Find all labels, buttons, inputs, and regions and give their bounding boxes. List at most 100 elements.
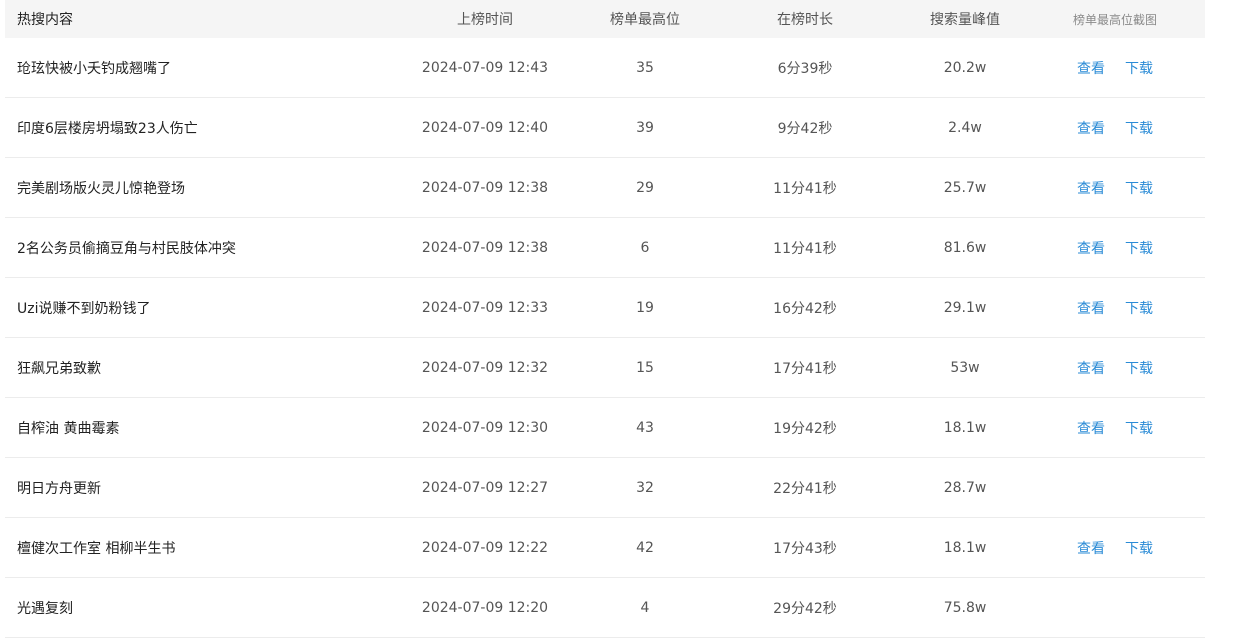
on-list-duration: 29分42秒 [773, 600, 837, 617]
table-row: 玱玹快被小夭钓成翘嘴了 2024-07-09 12:43 35 6分39秒 20.2w 查… [5, 38, 1205, 98]
download-link[interactable]: 下载 [1125, 358, 1153, 378]
screenshot-cell: 查看 下载 [1025, 358, 1205, 378]
header-peak: 搜索量峰值 [930, 12, 1000, 28]
search-peak: 18.1w [943, 419, 987, 436]
listed-time: 2024-07-09 12:30 [421, 419, 549, 436]
view-link[interactable]: 查看 [1077, 538, 1105, 558]
view-link[interactable]: 查看 [1077, 178, 1105, 198]
view-link[interactable]: 查看 [1077, 418, 1105, 438]
screenshot-cell: 查看 下载 [1025, 178, 1205, 198]
table-row: 光遇复刻 2024-07-09 12:20 4 29分42秒 75.8w [5, 578, 1205, 638]
listed-time: 2024-07-09 12:33 [421, 299, 549, 316]
on-list-duration: 9分42秒 [777, 120, 833, 137]
view-link[interactable]: 查看 [1077, 298, 1105, 318]
download-link[interactable]: 下载 [1125, 118, 1153, 138]
screenshot-cell: 查看 下载 [1025, 298, 1205, 318]
view-link[interactable]: 查看 [1077, 58, 1105, 78]
on-list-duration: 17分43秒 [773, 540, 837, 557]
on-list-duration: 6分39秒 [777, 60, 833, 77]
search-peak: 2.4w [948, 119, 982, 136]
highest-rank: 42 [636, 539, 654, 556]
on-list-duration: 16分42秒 [773, 300, 837, 317]
listed-time: 2024-07-09 12:32 [421, 359, 549, 376]
screenshot-cell: 查看 下载 [1025, 58, 1205, 78]
hot-search-title: 2名公务员偷摘豆角与村民肢体冲突 [17, 240, 236, 257]
search-peak: 53w [950, 359, 980, 376]
hot-search-table: 热搜内容 上榜时间 榜单最高位 在榜时长 搜索量峰值 榜单最高位截图 玱玹快被小… [5, 0, 1205, 638]
screenshot-links: 查看 下载 [1025, 238, 1205, 258]
download-link[interactable]: 下载 [1125, 58, 1153, 78]
table-row: 自榨油 黄曲霉素 2024-07-09 12:30 43 19分42秒 18.1w 查看下… [5, 398, 1205, 458]
view-link[interactable]: 查看 [1077, 358, 1105, 378]
header-duration: 在榜时长 [777, 12, 833, 28]
highest-rank: 32 [636, 479, 654, 496]
search-peak: 29.1w [943, 299, 987, 316]
download-link[interactable]: 下载 [1125, 238, 1153, 258]
hot-search-title: 光遇复刻 [17, 600, 73, 617]
header-rank: 榜单最高位 [610, 12, 680, 28]
on-list-duration: 22分41秒 [773, 480, 837, 497]
screenshot-cell: 查看 下载 [1025, 538, 1205, 558]
download-link[interactable]: 下载 [1125, 418, 1153, 438]
hot-search-title: 印度6层楼房坍塌致23人伤亡 [17, 120, 198, 137]
highest-rank: 6 [640, 239, 650, 256]
view-link[interactable]: 查看 [1077, 118, 1105, 138]
hot-search-title: 自榨油 黄曲霉素 [17, 420, 120, 437]
search-peak: 18.1w [943, 539, 987, 556]
table-row: 狂飙兄弟致歉 2024-07-09 12:32 15 17分41秒 53w 查看 下载 [5, 338, 1205, 398]
on-list-duration: 19分42秒 [773, 420, 837, 437]
table-row: 2名公务员偷摘豆角与村民肢体冲突 2024-07-09 12:38 6 11分41秒 8… [5, 218, 1205, 278]
on-list-duration: 11分41秒 [773, 240, 837, 257]
hot-search-title: Uzi说赚不到奶粉钱了 [17, 300, 151, 317]
highest-rank: 15 [636, 359, 654, 376]
hot-search-title: 玱玹快被小夭钓成翘嘴了 [17, 60, 171, 77]
search-peak: 25.7w [943, 179, 987, 196]
search-peak: 28.7w [943, 479, 987, 496]
highest-rank: 39 [636, 119, 654, 136]
hot-search-title: 狂飙兄弟致歉 [17, 360, 101, 377]
highest-rank: 4 [640, 599, 650, 616]
table-row: 印度6层楼房坍塌致23人伤亡 2024-07-09 12:40 39 9分42秒 2.4… [5, 98, 1205, 158]
highest-rank: 35 [636, 59, 654, 76]
listed-time: 2024-07-09 12:20 [421, 599, 549, 616]
listed-time: 2024-07-09 12:38 [421, 179, 549, 196]
screenshot-links: 查看 下载 [1025, 178, 1205, 198]
header-screenshot: 榜单最高位截图 [1072, 12, 1157, 27]
listed-time: 2024-07-09 12:38 [421, 239, 549, 256]
screenshot-cell: 查看 下载 [1025, 238, 1205, 258]
screenshot-links: 查看 下载 [1025, 358, 1205, 378]
table-body: 玱玹快被小夭钓成翘嘴了 2024-07-09 12:43 35 6分39秒 20.2w 查… [5, 38, 1205, 638]
listed-time: 2024-07-09 12:40 [421, 119, 549, 136]
screenshot-links: 查看 下载 [1025, 538, 1205, 558]
hot-search-title: 明日方舟更新 [17, 480, 101, 497]
screenshot-links: 查看 下载 [1025, 58, 1205, 78]
search-peak: 75.8w [943, 599, 987, 616]
view-link[interactable]: 查看 [1077, 238, 1105, 258]
screenshot-links: 查看 下载 [1025, 418, 1205, 438]
on-list-duration: 17分41秒 [773, 360, 837, 377]
highest-rank: 43 [636, 419, 654, 436]
screenshot-cell: 查看 下载 [1025, 118, 1205, 138]
hot-search-title: 檀健次工作室 相柳半生书 [17, 540, 176, 557]
highest-rank: 19 [636, 299, 654, 316]
header-time: 上榜时间 [457, 12, 513, 28]
screenshot-links: 查看 下载 [1025, 118, 1205, 138]
listed-time: 2024-07-09 12:27 [421, 479, 549, 496]
download-link[interactable]: 下载 [1125, 298, 1153, 318]
table-row: Uzi说赚不到奶粉钱了 2024-07-09 12:33 19 16分42秒 29.1w… [5, 278, 1205, 338]
table-header: 热搜内容 上榜时间 榜单最高位 在榜时长 搜索量峰值 榜单最高位截图 [5, 0, 1205, 38]
on-list-duration: 11分41秒 [773, 180, 837, 197]
table-row: 完美剧场版火灵儿惊艳登场 2024-07-09 12:38 29 11分41秒 25.7… [5, 158, 1205, 218]
screenshot-links: 查看 下载 [1025, 298, 1205, 318]
download-link[interactable]: 下载 [1125, 178, 1153, 198]
hot-search-title: 完美剧场版火灵儿惊艳登场 [17, 180, 185, 197]
listed-time: 2024-07-09 12:43 [421, 59, 549, 76]
listed-time: 2024-07-09 12:22 [421, 539, 549, 556]
search-peak: 20.2w [943, 59, 987, 76]
header-title: 热搜内容 [17, 12, 73, 28]
download-link[interactable]: 下载 [1125, 538, 1153, 558]
highest-rank: 29 [636, 179, 654, 196]
search-peak: 81.6w [943, 239, 987, 256]
table-row: 明日方舟更新 2024-07-09 12:27 32 22分41秒 28.7w [5, 458, 1205, 518]
table-row: 檀健次工作室 相柳半生书 2024-07-09 12:22 42 17分43秒 18.1… [5, 518, 1205, 578]
